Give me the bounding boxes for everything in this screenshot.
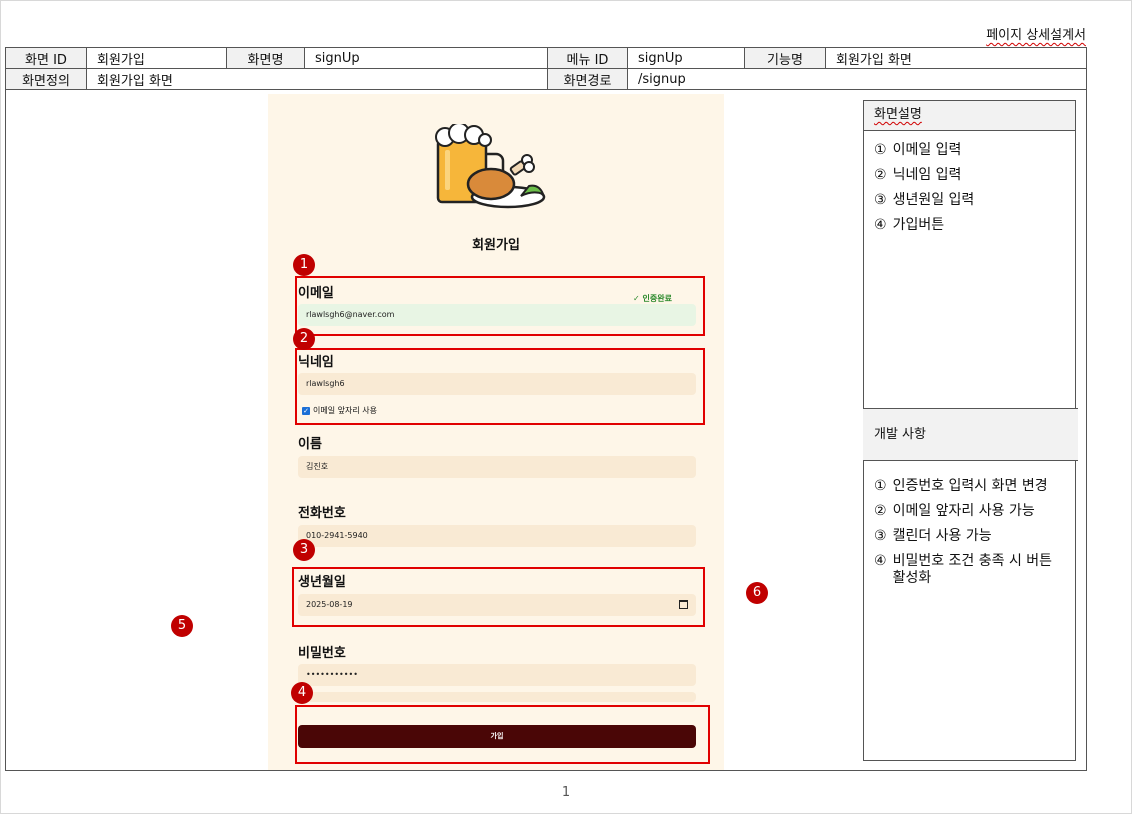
definition-label: 화면정의 — [5, 68, 87, 90]
document-title: 페이지 상세설계서 — [986, 28, 1086, 43]
marker-3: 3 — [293, 539, 315, 561]
marker-2: 2 — [293, 328, 315, 350]
marker-5: 5 — [171, 615, 193, 637]
name-input[interactable]: 김진호 — [298, 456, 696, 478]
list-item: ③ 생년원일 입력 — [874, 192, 975, 208]
name-label: 이름 — [298, 437, 322, 452]
function-name-value: 회원가입 화면 — [825, 47, 1087, 69]
screen-name-value: signUp — [304, 47, 548, 69]
phone-input[interactable]: 010-2941-5940 — [298, 525, 696, 547]
dev-notes-title: 개발 사항 — [863, 408, 1078, 461]
password-confirm-input[interactable] — [298, 692, 696, 702]
path-value: /signup — [627, 68, 1087, 90]
list-item: ② 닉네임 입력 — [874, 167, 962, 183]
list-item: ② 이메일 앞자리 사용 가능 — [874, 503, 1035, 519]
list-item: ③ 캘린더 사용 가능 — [874, 528, 992, 544]
highlight-nickname — [295, 348, 705, 425]
signup-mockup: 회원가입 이메일 ✓ 인증완료 rlawlsgh6@naver.com 닉네임 … — [268, 94, 724, 770]
description-panel: 화면설명 ① 이메일 입력 ② 닉네임 입력 ③ 생년원일 입력 ④ 가입버튼 개발 사… — [863, 100, 1078, 761]
marker-1: 1 — [293, 254, 315, 276]
phone-label: 전화번호 — [298, 506, 346, 521]
dev-notes-list: ① 인증번호 입력시 화면 변경 ② 이메일 앞자리 사용 가능 ③ 캘린더 사용 가… — [874, 478, 1053, 595]
highlight-submit — [295, 705, 710, 764]
definition-value: 회원가입 화면 — [86, 68, 548, 90]
screen-id-label: 화면 ID — [5, 47, 87, 69]
path-label: 화면경로 — [547, 68, 628, 90]
marker-6: 6 — [746, 582, 768, 604]
screen-name-label: 화면명 — [226, 47, 305, 69]
marker-4: 4 — [291, 682, 313, 704]
list-item: ④ 비밀번호 조건 충족 시 버튼 활성화 — [874, 553, 1053, 586]
signup-title: 회원가입 — [472, 238, 520, 253]
list-item: ④ 가입버튼 — [874, 217, 945, 233]
highlight-birth — [292, 567, 705, 627]
password-input[interactable]: ••••••••••• — [298, 664, 696, 686]
list-item: ① 인증번호 입력시 화면 변경 — [874, 478, 1048, 494]
description-list: ① 이메일 입력 ② 닉네임 입력 ③ 생년원일 입력 ④ 가입버튼 — [874, 142, 1053, 242]
function-label: 기능명 — [744, 47, 826, 69]
beer-chicken-logo-icon — [435, 124, 546, 209]
list-item: ① 이메일 입력 — [874, 142, 962, 158]
menu-id-value: signUp — [627, 47, 745, 69]
page-number: 1 — [561, 785, 571, 800]
menu-id-label: 메뉴 ID — [547, 47, 628, 69]
screen-id-value: 회원가입 — [86, 47, 227, 69]
header-table: 화면 ID 회원가입 화면명 signUp 메뉴 ID signUp 기능명 회… — [5, 47, 1087, 90]
highlight-email — [295, 276, 705, 336]
description-title: 화면설명 — [864, 101, 1075, 131]
password-label: 비밀번호 — [298, 646, 346, 661]
